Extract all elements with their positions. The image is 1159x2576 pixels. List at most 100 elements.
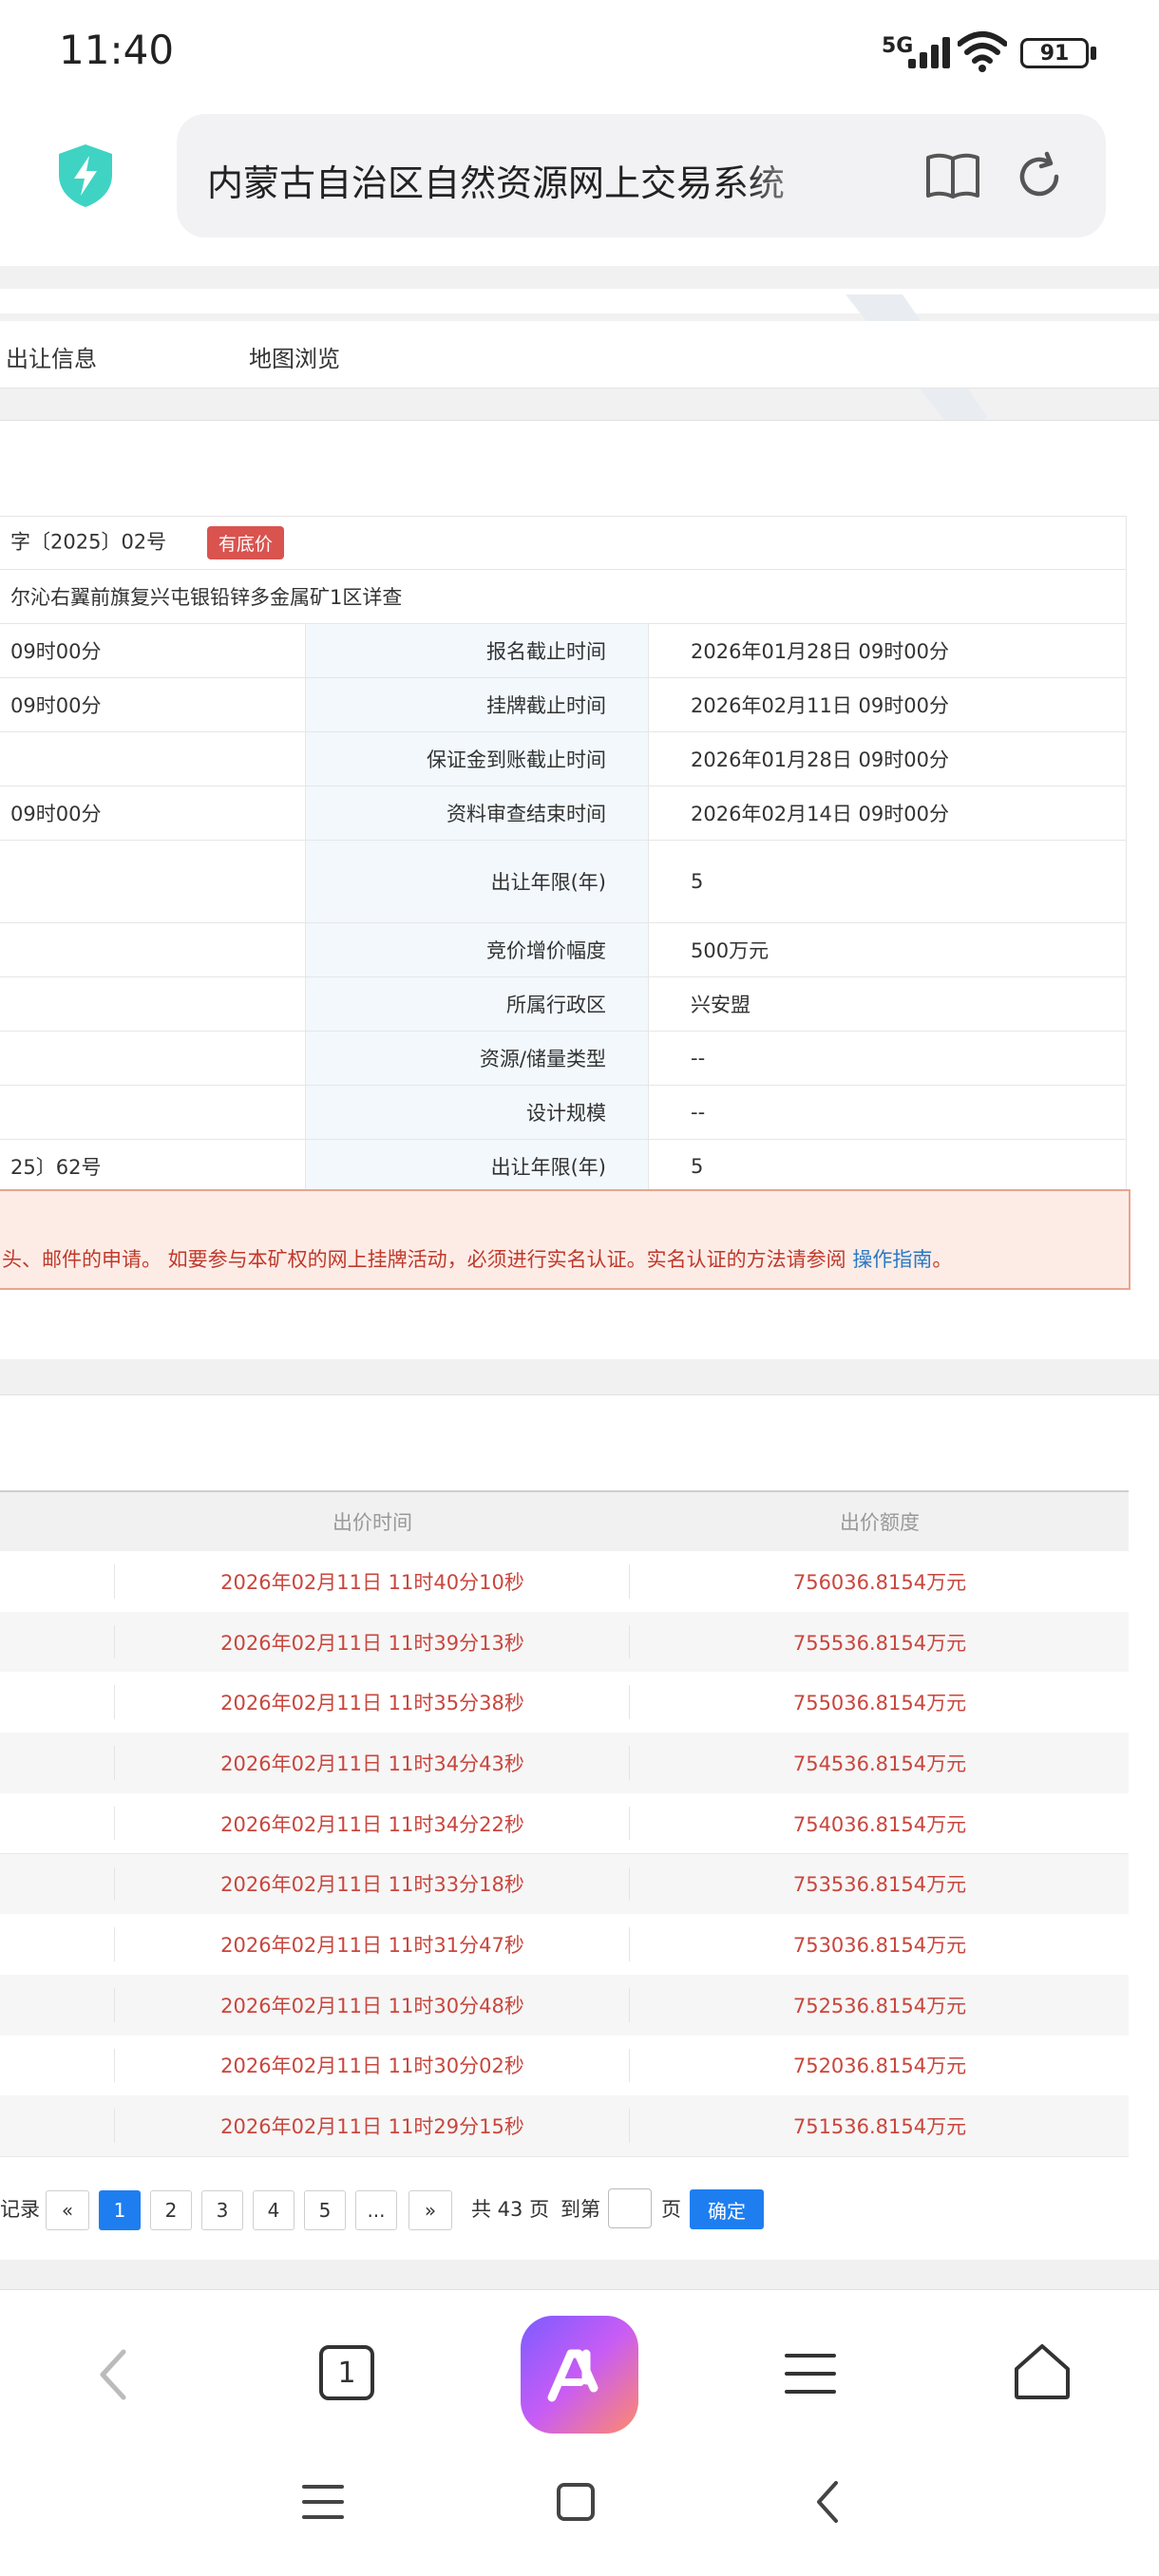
system-menu-icon[interactable] [302,2483,344,2521]
nav-transfer-info[interactable]: 出让信息 [6,340,97,373]
info-label: 设计规模 [305,1085,649,1140]
tabs-button[interactable]: 1 [319,2345,374,2400]
bid-amount: 752536.8154万元 [792,1994,967,2017]
info-left-value [0,1085,306,1140]
info-rows: 09时00分 报名截止时间 2026年01月28日 09时00分 09时00分 挂牌截止… [0,623,1127,1194]
info-label: 报名截止时间 [305,623,649,678]
info-row: 09时00分 资料审查结束时间 2026年02月14日 09时00分 [0,786,1127,841]
bid-amount: 753536.8154万元 [792,1873,967,1897]
info-label: 所属行政区 [305,976,649,1032]
info-row: 资源/储量类型 -- [0,1031,1127,1086]
doc-cell: 字〔2025〕02号 有底价 [0,516,1127,570]
info-value: 500万元 [648,922,1127,977]
info-left-value [0,922,306,977]
bid-amount: 751536.8154万元 [792,2115,967,2139]
info-row: 保证金到账截止时间 2026年01月28日 09时00分 [0,731,1127,786]
site-nav: 出让信息 地图浏览 [0,321,1159,388]
bid-amount: 752036.8154万元 [792,2055,967,2078]
bid-amount: 754036.8154万元 [792,1812,967,1836]
notice-text: 头、邮件的申请。 如要参与本矿权的网上挂牌活动，必须进行实名认证。实名认证的方法… [2,1244,952,1273]
bid-time: 2026年02月11日 11时34分43秒 [220,1752,524,1775]
confirm-button[interactable]: 确定 [690,2189,764,2229]
bid-row: 2026年02月11日 11时39分13秒 755536.8154万元 [0,1611,1129,1674]
bid-amount: 755036.8154万元 [792,1692,967,1715]
info-label: 挂牌截止时间 [305,677,649,732]
bid-time: 2026年02月11日 11时35分38秒 [220,1692,524,1715]
goto-page-input[interactable] [608,2188,652,2228]
page-button[interactable]: 4 [253,2190,294,2230]
info-value: 5 [648,1139,1127,1194]
info-value: 2026年01月28日 09时00分 [648,731,1127,786]
bid-amount: 755536.8154万元 [792,1631,967,1655]
notice-box: 头、邮件的申请。 如要参与本矿权的网上挂牌活动，必须进行实名认证。实名认证的方法… [0,1189,1130,1290]
info-row: 09时00分 挂牌截止时间 2026年02月11日 09时00分 [0,677,1127,732]
notice-body: 头、邮件的申请。 如要参与本矿权的网上挂牌活动，必须进行实名认证。实名认证的方法… [2,1248,853,1271]
home-icon[interactable] [1013,2342,1072,2401]
info-label: 资源/储量类型 [305,1031,649,1086]
info-left-value: 09时00分 [0,786,306,841]
info-value: 2026年02月14日 09时00分 [648,786,1127,841]
bid-records-panel: 出价时间 出价额度 2026年02月11日 11时40分10秒 756036.81… [0,1394,1159,2260]
project-name: 尔沁右翼前旗复兴屯银铅锌多金属矿1区详查 [0,569,1127,624]
system-back-icon[interactable] [813,2479,842,2525]
bid-amount: 753036.8154万元 [792,1934,967,1958]
address-fade [741,142,846,209]
menu-icon[interactable] [785,2352,836,2396]
bid-time: 2026年02月11日 11时39分13秒 [220,1631,524,1655]
refresh-icon[interactable] [1013,150,1066,203]
page-button[interactable]: 2 [150,2190,192,2230]
page-button[interactable]: 5 [304,2190,346,2230]
goto-label: 到第 [560,2198,600,2221]
page-button[interactable]: 3 [201,2190,243,2230]
info-label: 出让年限(年) [305,840,649,923]
operation-guide-link[interactable]: 操作指南 [852,1248,932,1271]
info-left-value [0,840,306,923]
security-shield-icon[interactable] [55,142,116,209]
assistant-app-icon[interactable] [521,2316,638,2434]
bid-row: 2026年02月11日 11时31分47秒 753036.8154万元 [0,1914,1129,1976]
notice-end: 。 [932,1248,953,1271]
info-left-value: 25〕62号 [0,1139,306,1194]
info-row: 出让年限(年) 5 [0,840,1127,923]
info-row: 设计规模 -- [0,1085,1127,1140]
info-label: 资料审查结束时间 [305,786,649,841]
pagination-prefix: 记录 [0,2198,40,2221]
doc-row: 字〔2025〕02号 有底价 [0,516,1127,570]
next-page-button[interactable]: » [408,2190,452,2230]
page-ellipsis[interactable]: ... [355,2190,397,2230]
status-bar: 11:40 5G 91 [0,0,1159,104]
info-row: 09时00分 报名截止时间 2026年01月28日 09时00分 [0,623,1127,678]
document-number: 字〔2025〕02号 [10,530,167,554]
page-button[interactable]: 1 [99,2190,141,2230]
battery-cap [1091,47,1096,60]
header-bid-amount: 出价额度 [840,1511,920,1534]
bid-row: 2026年02月11日 11时34分22秒 754036.8154万元 [0,1792,1129,1855]
project-info-panel: 字〔2025〕02号 有底价 尔沁右翼前旗复兴屯银铅锌多金属矿1区详查 09时0… [0,420,1159,1359]
info-label: 出让年限(年) [305,1139,649,1194]
info-row: 所属行政区 兴安盟 [0,976,1127,1032]
info-value: -- [648,1031,1127,1086]
signal-icon [908,36,954,68]
page-title-in-address-bar[interactable]: 内蒙古自治区自然资源网上交易系统 [207,154,834,206]
bid-row: 2026年02月11日 11时30分48秒 752536.8154万元 [0,1974,1129,2036]
back-icon[interactable] [93,2346,135,2403]
status-time: 11:40 [59,27,175,73]
system-home-icon[interactable] [557,2483,595,2521]
info-value: 2026年01月28日 09时00分 [648,623,1127,678]
prev-page-button[interactable]: « [46,2190,89,2230]
info-value: 兴安盟 [648,976,1127,1032]
web-page: 出让信息 地图浏览 字〔2025〕02号 有底价 尔沁右翼前旗复兴屯银铅锌多金属… [0,266,1159,2299]
info-left-value [0,1031,306,1086]
battery-icon: 91 [1020,38,1089,68]
bid-row: 2026年02月11日 11时40分10秒 756036.8154万元 [0,1551,1129,1613]
bid-time: 2026年02月11日 11时40分10秒 [220,1570,524,1594]
bid-time: 2026年02月11日 11时31分47秒 [220,1934,524,1958]
reader-mode-icon[interactable] [923,150,982,201]
project-name-row: 尔沁右翼前旗复兴屯银铅锌多金属矿1区详查 [0,569,1127,624]
bid-amount: 756036.8154万元 [792,1570,967,1594]
bid-row: 2026年02月11日 11时30分02秒 752036.8154万元 [0,2035,1129,2097]
info-left-value [0,976,306,1032]
bid-amount: 754536.8154万元 [792,1752,967,1775]
info-left-value: 09时00分 [0,677,306,732]
nav-map-browse[interactable]: 地图浏览 [249,340,340,373]
